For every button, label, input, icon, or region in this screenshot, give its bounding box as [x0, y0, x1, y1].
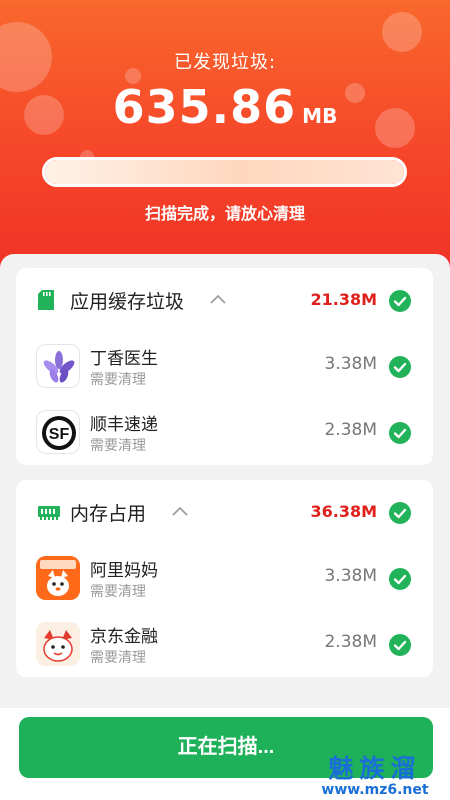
section-memory-usage: 内存占用 36.38M 阿里妈妈 需要清理 3.38M 京东金融 需要清理 2.…: [16, 480, 433, 677]
app-size: 3.38M: [324, 354, 377, 374]
section-app-cache: 应用缓存垃圾 21.38M 丁香医生 需要清理 3.38M SF 顺丰速递 需要…: [16, 268, 433, 465]
app-name: 京东金融: [90, 627, 158, 647]
app-status: 需要清理: [90, 438, 146, 454]
check-circle-icon[interactable]: [389, 290, 411, 312]
alimama-app-icon: [36, 556, 80, 600]
section-size: 36.38M: [310, 502, 377, 521]
check-circle-icon[interactable]: [389, 568, 411, 590]
list-item[interactable]: 丁香医生 需要清理 3.38M: [16, 334, 433, 400]
list-item[interactable]: SF 顺丰速递 需要清理 2.38M: [16, 400, 433, 466]
memory-chip-icon: [38, 505, 60, 524]
watermark: 魅族溜 www.mz6.net: [300, 756, 450, 800]
junk-amount-unit: MB: [302, 104, 338, 128]
section-size: 21.38M: [310, 290, 377, 309]
list-item[interactable]: 京东金融 需要清理 2.38M: [16, 612, 433, 678]
section-header[interactable]: 应用缓存垃圾 21.38M: [16, 268, 433, 330]
app-name: 阿里妈妈: [90, 561, 158, 581]
list-item[interactable]: 阿里妈妈 需要清理 3.38M: [16, 546, 433, 612]
scan-progress-bar: [42, 157, 407, 187]
section-header[interactable]: 内存占用 36.38M: [16, 480, 433, 542]
chevron-up-icon[interactable]: [210, 290, 226, 309]
decor-bubble: [382, 12, 422, 52]
app-status: 需要清理: [90, 372, 146, 388]
junk-amount-value: 635.86: [112, 80, 297, 134]
app-size: 2.38M: [324, 420, 377, 440]
app-name: 丁香医生: [90, 349, 158, 369]
sd-card-icon: [38, 290, 54, 314]
app-size: 3.38M: [324, 566, 377, 586]
jd-finance-app-icon: [36, 622, 80, 666]
app-name: 顺丰速递: [90, 415, 158, 435]
scan-status-text: 扫描完成，请放心清理: [144, 204, 305, 223]
watermark-url: www.mz6.net: [321, 782, 429, 798]
app-status: 需要清理: [90, 650, 146, 666]
check-circle-icon[interactable]: [389, 634, 411, 656]
dingxiang-doctor-app-icon: [36, 344, 80, 388]
app-status: 需要清理: [90, 584, 146, 600]
svg-text:SF: SF: [49, 426, 70, 443]
check-circle-icon[interactable]: [389, 356, 411, 378]
section-title: 内存占用: [70, 503, 147, 525]
scan-result-header: 已发现垃圾: 635.86 MB 扫描完成，请放心清理: [0, 0, 450, 290]
section-title: 应用缓存垃圾: [70, 291, 185, 313]
app-size: 2.38M: [324, 632, 377, 652]
watermark-logo-text: 魅族溜: [328, 754, 422, 783]
chevron-up-icon[interactable]: [172, 502, 188, 521]
junk-amount: 635.86 MB: [0, 80, 450, 134]
check-circle-icon[interactable]: [389, 422, 411, 444]
sf-express-app-icon: SF: [36, 410, 80, 454]
scan-progress-fill: [45, 160, 404, 184]
check-circle-icon[interactable]: [389, 502, 411, 524]
found-label: 已发现垃圾:: [173, 52, 277, 73]
